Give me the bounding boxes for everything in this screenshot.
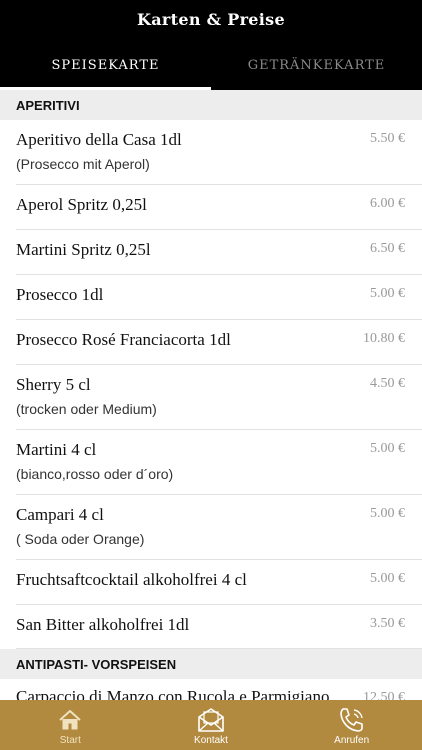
item-price: 5.00 € — [370, 286, 405, 301]
list-item[interactable]: Prosecco Rosé Franciacorta 1dl 10.80 € — [16, 320, 422, 365]
list-item[interactable]: Prosecco 1dl 5.00 € — [16, 275, 422, 320]
tab-bar: SPEISEKARTE GETRÄNKEKARTE — [0, 48, 422, 90]
phone-icon — [337, 707, 367, 733]
nav-label: Start — [59, 735, 81, 746]
nav-label: Anrufen — [334, 735, 370, 746]
item-name: Prosecco Rosé Franciacorta 1dl — [16, 330, 231, 349]
section-header-aperitivi: APERITIVI — [0, 90, 422, 120]
item-price: 5.00 € — [370, 571, 405, 586]
item-description: (bianco,rosso oder d´oro) — [16, 466, 174, 482]
item-name: Fruchtsaftcocktail alkoholfrei 4 cl — [16, 570, 247, 589]
page-title: Karten & Preise — [137, 10, 285, 29]
list-item[interactable]: Aperitivo della Casa 1dl (Prosecco mit A… — [16, 120, 422, 185]
bottom-nav-bar: Start Kontakt Anrufen — [0, 700, 422, 750]
app-header: Karten & Preise SPEISEKARTE GETRÄNKEKART… — [0, 0, 422, 90]
item-price: 4.50 € — [370, 376, 405, 391]
section-header-antipasti: ANTIPASTI- VORSPEISEN — [0, 649, 422, 679]
item-description: (trocken oder Medium) — [16, 401, 157, 417]
tab-speisekarte[interactable]: SPEISEKARTE — [0, 48, 211, 90]
item-name: Martini 4 cl — [16, 440, 97, 459]
home-icon — [55, 707, 85, 733]
list-item[interactable]: Campari 4 cl ( Soda oder Orange) 5.00 € — [16, 495, 422, 560]
item-price: 5.00 € — [370, 506, 405, 521]
item-price: 5.00 € — [370, 441, 405, 456]
item-name: Campari 4 cl — [16, 505, 104, 524]
list-item[interactable]: Aperol Spritz 0,25l 6.00 € — [16, 185, 422, 230]
list-item[interactable]: Martini Spritz 0,25l 6.50 € — [16, 230, 422, 275]
item-price: 12.50 € — [363, 690, 405, 700]
item-price: 6.00 € — [370, 196, 405, 211]
tab-getraenkekarte[interactable]: GETRÄNKEKARTE — [211, 48, 422, 90]
item-description: ( Soda oder Orange) — [16, 531, 145, 547]
list-item[interactable]: Carpaccio di Manzo con Rucola e Parmigia… — [16, 679, 422, 700]
item-name: Carpaccio di Manzo con Rucola e Parmigia… — [16, 687, 330, 700]
item-name: Sherry 5 cl — [16, 375, 91, 394]
list-item[interactable]: Fruchtsaftcocktail alkoholfrei 4 cl 5.00… — [16, 560, 422, 605]
item-price: 3.50 € — [370, 616, 405, 631]
item-name: Aperol Spritz 0,25l — [16, 195, 147, 214]
list-item[interactable]: Sherry 5 cl (trocken oder Medium) 4.50 € — [16, 365, 422, 430]
nav-kontakt[interactable]: Kontakt — [141, 700, 282, 750]
mail-icon — [196, 707, 226, 733]
nav-anrufen[interactable]: Anrufen — [281, 700, 422, 750]
item-price: 5.50 € — [370, 131, 405, 146]
menu-list[interactable]: APERITIVI Aperitivo della Casa 1dl (Pros… — [0, 90, 422, 700]
list-item[interactable]: San Bitter alkoholfrei 1dl 3.50 € — [16, 605, 422, 649]
item-name: San Bitter alkoholfrei 1dl — [16, 615, 190, 634]
item-price: 10.80 € — [363, 331, 405, 346]
item-price: 6.50 € — [370, 241, 405, 256]
item-description: (Prosecco mit Aperol) — [16, 156, 150, 172]
item-name: Martini Spritz 0,25l — [16, 240, 151, 259]
list-item[interactable]: Martini 4 cl (bianco,rosso oder d´oro) 5… — [16, 430, 422, 495]
nav-start[interactable]: Start — [0, 700, 141, 750]
item-name: Aperitivo della Casa 1dl — [16, 130, 182, 149]
item-name: Prosecco 1dl — [16, 285, 104, 304]
nav-label: Kontakt — [194, 735, 228, 746]
